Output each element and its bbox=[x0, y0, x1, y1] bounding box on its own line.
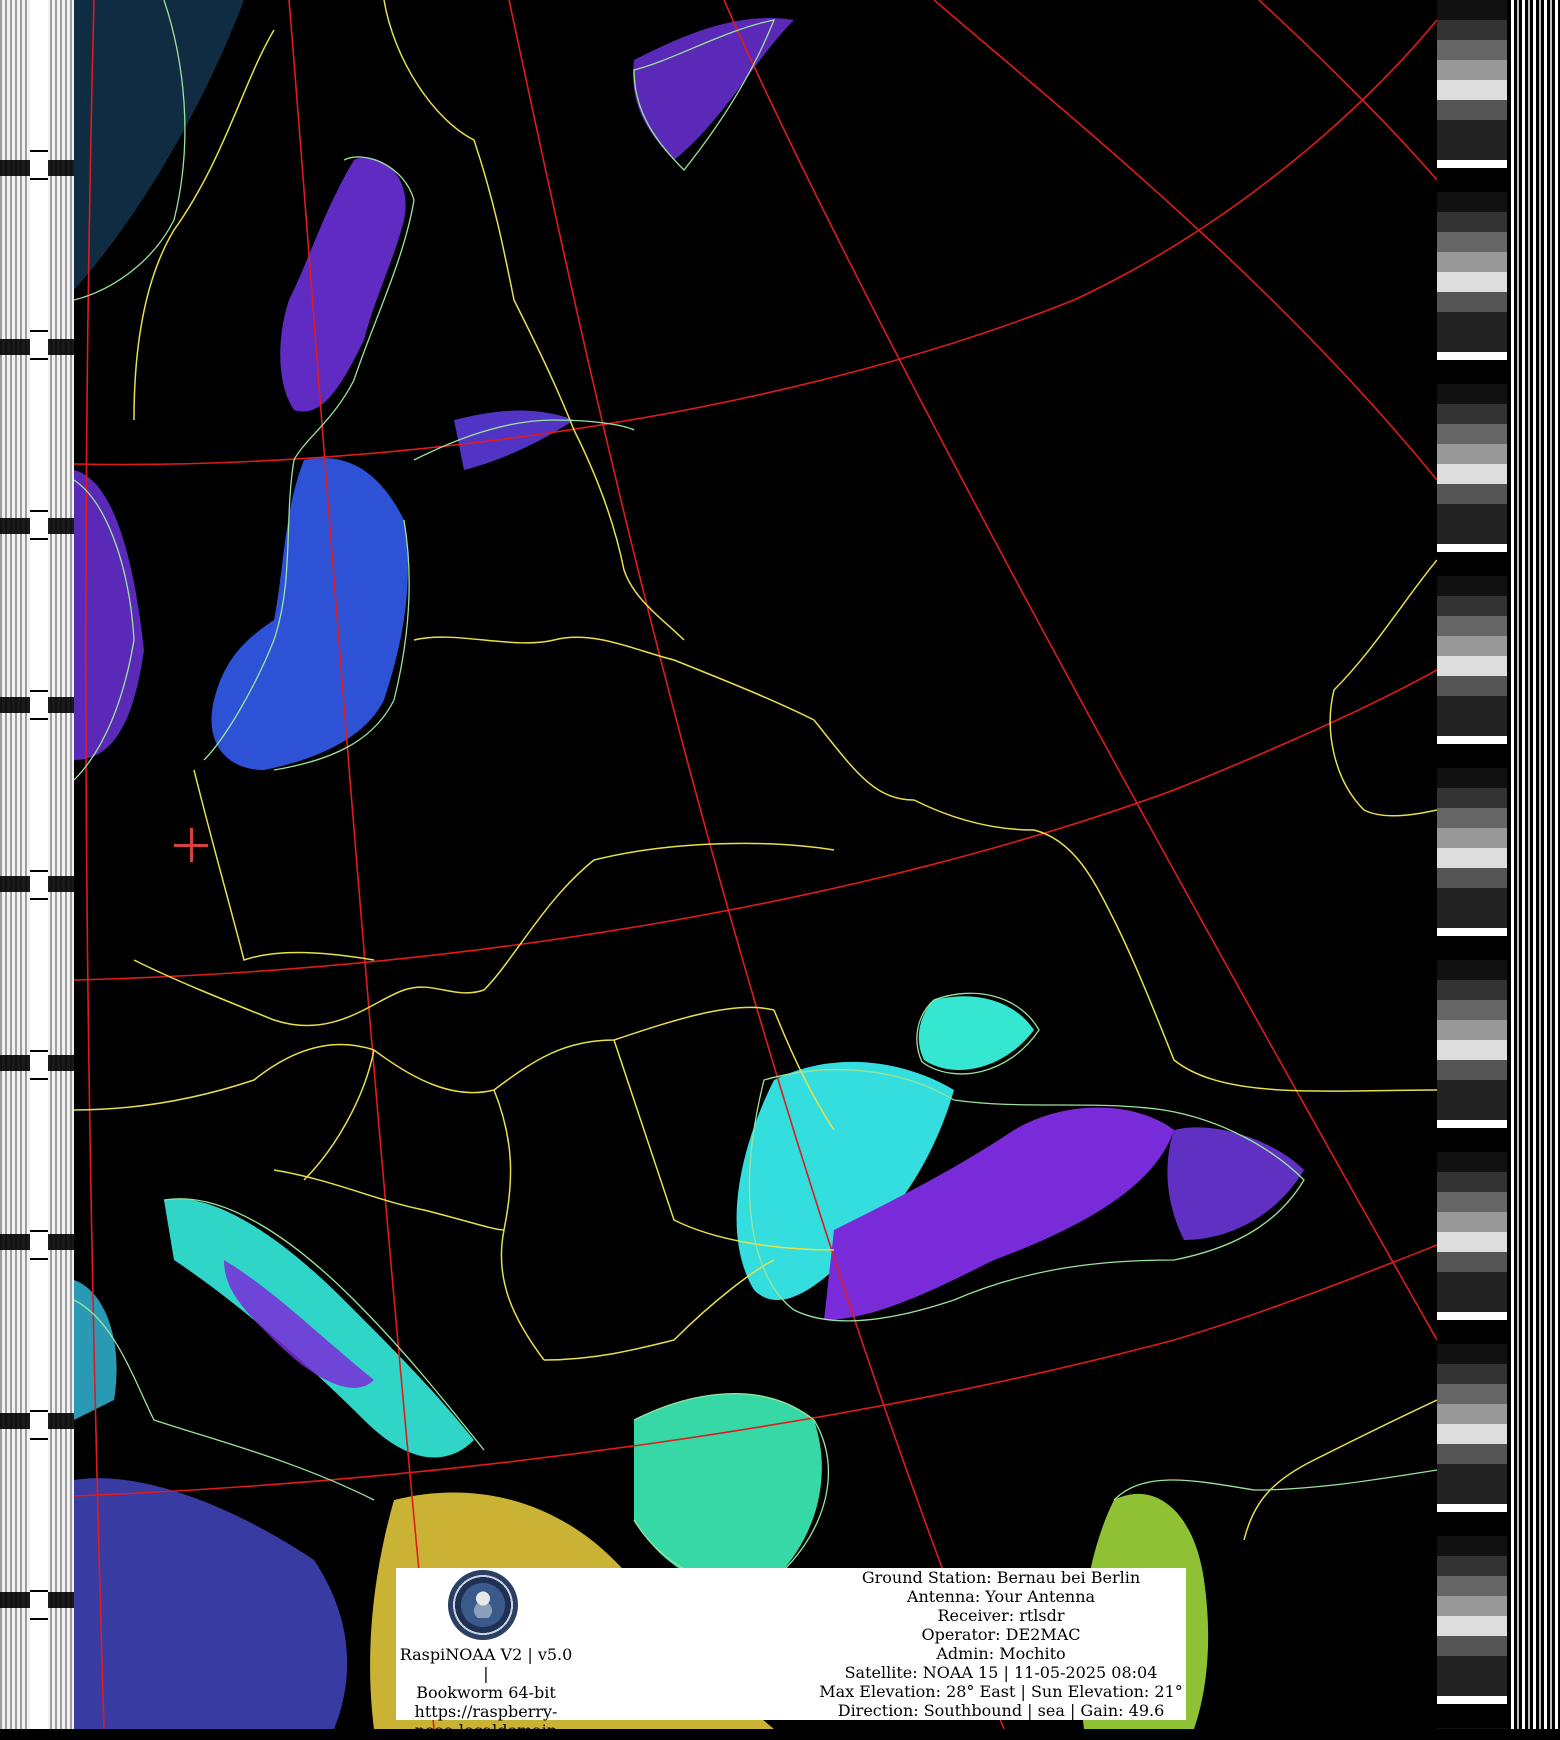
border bbox=[383, 0, 575, 431]
antenna-text: Antenna: Your Antenna bbox=[906, 1587, 1096, 1606]
graticule-meridian bbox=[933, 0, 1437, 481]
crosshair-icon bbox=[174, 828, 208, 862]
cloud-top-left bbox=[74, 0, 244, 290]
ground-station-text: Ground Station: Bernau bei Berlin bbox=[861, 1568, 1141, 1587]
left-telemetry-strip bbox=[0, 0, 74, 1729]
ground-station-badge-icon bbox=[448, 1570, 518, 1640]
border bbox=[74, 1043, 375, 1111]
cloud-baltic-north bbox=[280, 157, 406, 412]
station-info: Ground Station: Bernau bei Berlin Antenn… bbox=[816, 1568, 1186, 1720]
border bbox=[493, 1089, 545, 1361]
software-line-2: Bookworm 64-bit bbox=[416, 1683, 556, 1702]
right-telemetry-strip bbox=[1437, 0, 1560, 1729]
software-info: RaspiNOAA V2 | v5.0 | Bookworm 64-bit ht… bbox=[396, 1645, 576, 1740]
operator-text: Operator: DE2MAC bbox=[921, 1625, 1081, 1644]
cloud-azov bbox=[918, 996, 1034, 1070]
satellite-map bbox=[74, 0, 1437, 1729]
border bbox=[543, 1259, 775, 1361]
info-overlay: RaspiNOAA V2 | v5.0 | Bookworm 64-bit ht… bbox=[396, 1568, 1186, 1740]
satellite-text: Satellite: NOAA 15 | 11-05-2025 08:04 bbox=[844, 1663, 1158, 1682]
cloud-layer bbox=[74, 0, 1304, 1729]
cloud-scandinavia-west bbox=[74, 470, 144, 760]
sync-bars bbox=[1511, 0, 1560, 1729]
cloud-south-west bbox=[74, 1478, 348, 1729]
border bbox=[483, 842, 835, 991]
software-line-4: noaa.localdomain bbox=[414, 1721, 558, 1740]
border bbox=[273, 1169, 505, 1231]
elevation-text: Max Elevation: 28° East | Sun Elevation:… bbox=[819, 1682, 1183, 1701]
border bbox=[373, 1006, 775, 1094]
border bbox=[133, 959, 485, 1027]
graticule-meridian bbox=[1258, 0, 1437, 181]
coastlines bbox=[74, 0, 1437, 1583]
cloud-caspian-side bbox=[1167, 1127, 1304, 1240]
border bbox=[303, 1049, 375, 1181]
border bbox=[813, 719, 1115, 921]
cloud-aegean bbox=[634, 1393, 822, 1587]
receiver-text: Receiver: rtlsdr bbox=[937, 1606, 1065, 1625]
direction-text: Direction: Southbound | sea | Gain: 49.6 bbox=[837, 1701, 1165, 1720]
cloud-adriatic bbox=[164, 1198, 474, 1458]
border bbox=[193, 769, 375, 961]
border bbox=[1243, 1399, 1437, 1541]
calibration-wedges bbox=[1437, 0, 1507, 1729]
map-canvas bbox=[74, 0, 1437, 1729]
border bbox=[1329, 559, 1437, 817]
border bbox=[1113, 919, 1437, 1092]
border bbox=[413, 636, 815, 721]
software-line-1: RaspiNOAA V2 | v5.0 | bbox=[399, 1645, 573, 1683]
sync-band bbox=[30, 0, 48, 1729]
graticule-parallel bbox=[74, 19, 1437, 466]
software-line-3: https://raspberry- bbox=[414, 1702, 558, 1721]
admin-text: Admin: Mochito bbox=[936, 1644, 1066, 1663]
